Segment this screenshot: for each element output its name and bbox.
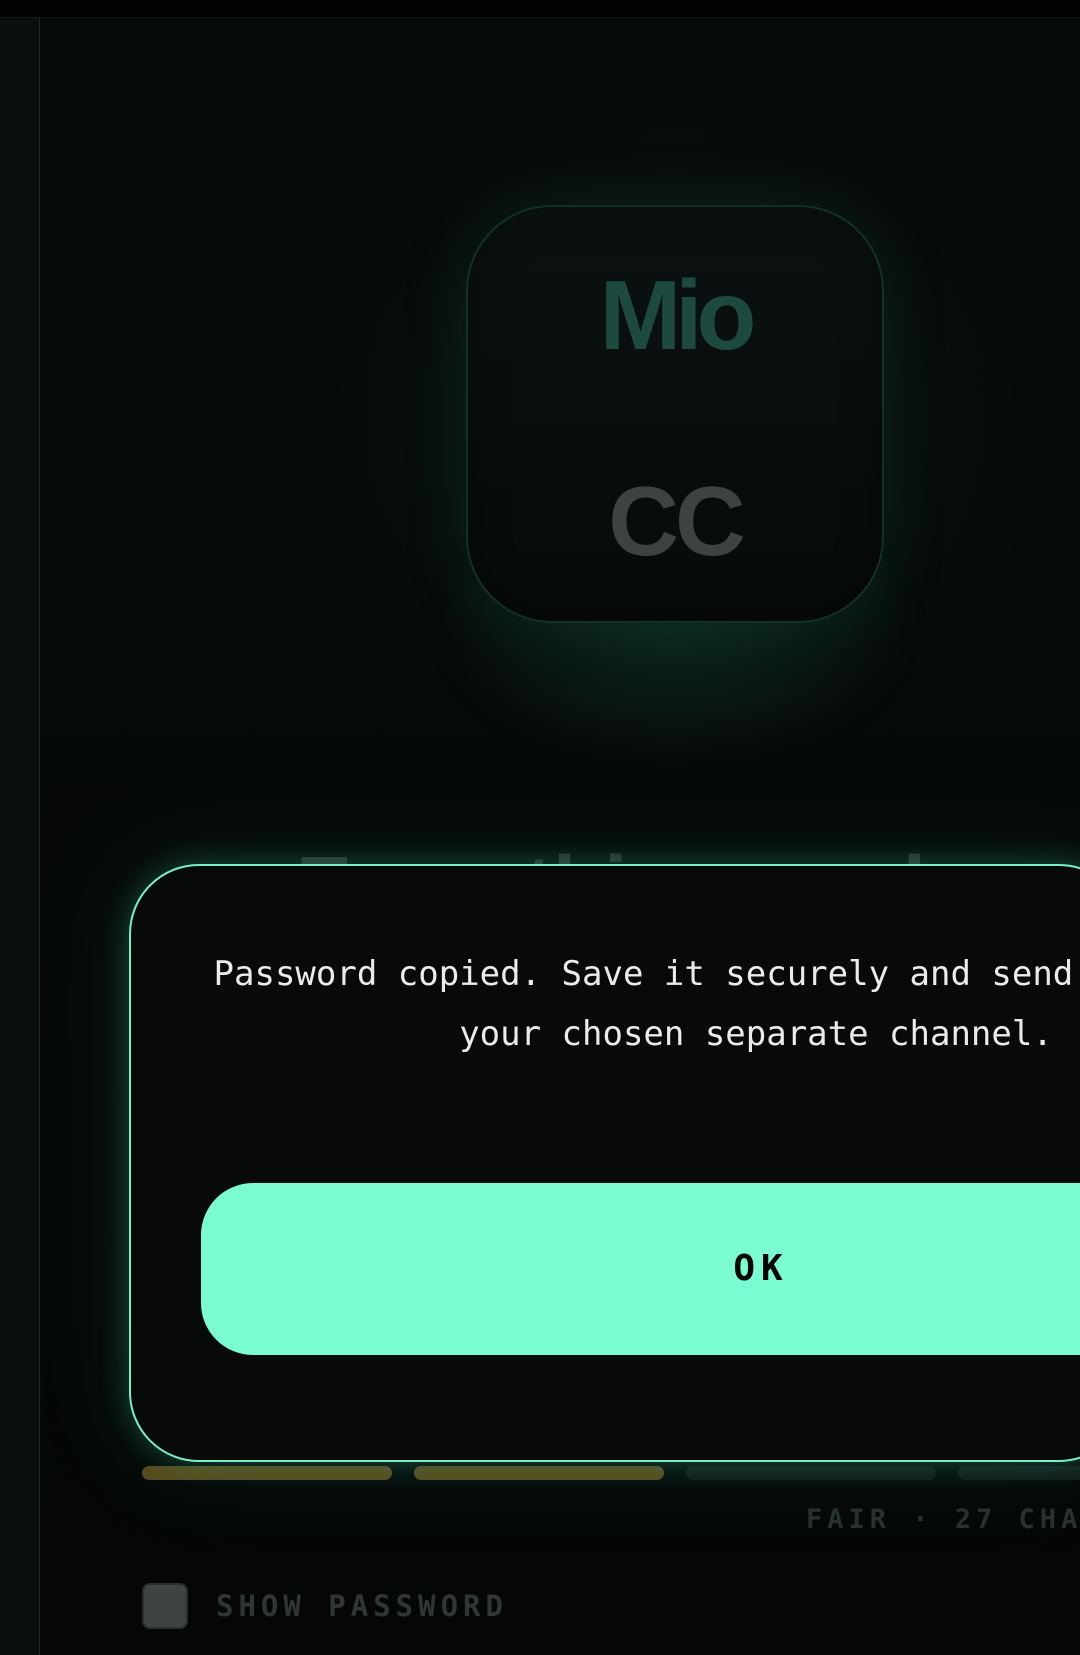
status-bar: [0, 0, 1080, 18]
logo-bottom-text: CC: [608, 466, 746, 576]
show-password-checkbox[interactable]: [142, 1583, 188, 1629]
app-logo: Mio CC: [466, 205, 884, 623]
strength-label: FAIR · 27 CHARS: [806, 1504, 1080, 1535]
strength-segment-3: [686, 1466, 936, 1480]
strength-segment-4: [958, 1466, 1080, 1480]
strength-segment-2: [414, 1466, 664, 1480]
show-password-toggle[interactable]: SHOW PASSWORD: [142, 1583, 508, 1629]
strength-meter: [142, 1466, 1080, 1480]
dialog-message: Password copied. Save it securely and se…: [213, 954, 1080, 1054]
strength-segment-1: [142, 1466, 392, 1480]
ok-button-label: OK: [733, 1248, 789, 1289]
side-rail: [0, 18, 40, 1655]
copied-dialog: Password copied. Save it securely and se…: [129, 864, 1080, 1462]
show-password-label: SHOW PASSWORD: [216, 1589, 508, 1623]
ok-button[interactable]: OK: [201, 1183, 1080, 1355]
logo-top-text: Mio: [599, 260, 757, 370]
app-screen: Mio CC Everything works offline FAIR · 2…: [0, 0, 1080, 1655]
